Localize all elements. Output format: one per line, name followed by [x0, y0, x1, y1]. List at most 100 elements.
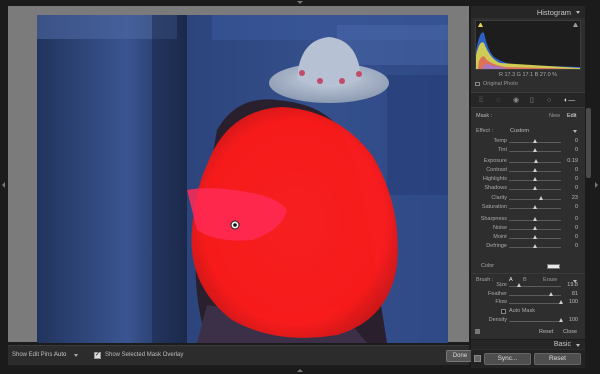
slider-thumb[interactable] — [549, 292, 554, 296]
collapse-icon[interactable] — [573, 130, 577, 133]
adjustment-brush-icon[interactable]: ◐— — [564, 97, 575, 105]
collapse-icon[interactable] — [576, 344, 580, 347]
close-tool-button[interactable]: Close — [563, 329, 577, 335]
slider-thumb[interactable] — [559, 300, 563, 304]
auto-mask-row: Auto Mask — [471, 308, 585, 316]
slider-label: Noise — [492, 225, 507, 231]
slider-thumb[interactable] — [533, 235, 537, 239]
slider-value[interactable]: 0 — [575, 204, 578, 210]
auto-sync-toggle[interactable] — [474, 355, 481, 362]
slider-row: Contrast 0 — [471, 167, 585, 175]
slider-track[interactable] — [509, 295, 561, 296]
histogram-chart — [476, 32, 580, 69]
slider-value[interactable]: 100 — [569, 299, 578, 305]
original-photo-toggle[interactable]: Original Photo — [475, 81, 518, 87]
chevron-down-icon[interactable] — [74, 354, 78, 357]
slider-value[interactable]: 100 — [569, 317, 578, 323]
slider-value[interactable]: 0 — [575, 147, 578, 153]
slider-thumb[interactable] — [533, 244, 537, 248]
slider-value[interactable]: 0 — [575, 225, 578, 231]
right-panel: Histogram R 17.3 G 17.1 B 27.0 % Origina… — [471, 6, 585, 368]
histogram-header[interactable]: Histogram — [471, 6, 585, 18]
slider-label: Contrast — [486, 167, 507, 173]
shadow-clipping-icon[interactable] — [478, 23, 483, 27]
effect-row: Effect : Custom — [471, 126, 585, 136]
slider-value[interactable]: 0 — [575, 234, 578, 240]
slider-value[interactable]: 0 — [575, 185, 578, 191]
color-swatch[interactable] — [547, 264, 560, 269]
radial-filter-icon[interactable]: ○ — [547, 97, 551, 105]
slider-value[interactable]: 0 — [575, 167, 578, 173]
slider-value[interactable]: 0 — [575, 216, 578, 222]
photo-preview[interactable] — [37, 15, 448, 343]
tool-toggle-switch[interactable] — [475, 329, 480, 334]
slider-value[interactable]: 0 — [575, 176, 578, 182]
slider-thumb[interactable] — [538, 196, 543, 200]
edit-pins-label: Show Edit Pins : — [12, 352, 56, 358]
original-photo-label: Original Photo — [483, 81, 518, 87]
slider-value[interactable]: 0.19 — [567, 158, 578, 164]
slider-thumb[interactable] — [533, 217, 537, 221]
slider-row: Highlights 0 — [471, 176, 585, 184]
slider-label: Flow — [495, 299, 507, 305]
panel-scrollbar[interactable] — [586, 108, 591, 178]
slider-thumb[interactable] — [517, 283, 522, 287]
top-panel-toggle-icon[interactable] — [297, 1, 303, 4]
slider-value[interactable]: 81 — [572, 291, 578, 297]
histogram-title: Histogram — [536, 8, 571, 17]
slider-thumb[interactable] — [533, 168, 537, 172]
mask-overlay-checkbox[interactable]: ✓ — [94, 352, 101, 359]
slider-value[interactable]: 19.8 — [567, 282, 578, 288]
spot-removal-icon[interactable]: ◌ — [496, 97, 500, 105]
filmstrip-toggle-icon[interactable] — [297, 369, 303, 372]
slider-thumb[interactable] — [533, 148, 537, 152]
mask-new-button[interactable]: New — [549, 113, 560, 119]
reset-button[interactable]: Reset — [534, 353, 581, 365]
slider-label: Density — [488, 317, 507, 323]
highlight-clipping-icon[interactable] — [573, 23, 578, 27]
slider-thumb[interactable] — [533, 205, 537, 209]
slider-row: Temp 0 — [471, 138, 585, 146]
sync-button[interactable]: Sync... — [484, 353, 531, 365]
slider-label: Temp — [493, 138, 507, 144]
slider-row: Defringe 0 — [471, 243, 585, 251]
basic-header[interactable]: Basic — [471, 339, 585, 349]
right-panel-toggle-icon[interactable] — [595, 182, 598, 188]
collapse-icon[interactable] — [576, 11, 580, 14]
slider-thumb[interactable] — [534, 159, 539, 163]
slider-thumb[interactable] — [533, 139, 537, 143]
slider-label: Exposure — [483, 158, 507, 164]
slider-row: Flow 100 — [471, 299, 585, 307]
slider-thumb[interactable] — [559, 318, 563, 322]
slider-thumb[interactable] — [533, 177, 537, 181]
slider-label: Defringe — [486, 243, 507, 249]
image-canvas — [8, 6, 469, 343]
crop-grid-icon[interactable]: ⁞⁞ — [479, 97, 483, 105]
mask-row: Mask : New Edit — [471, 110, 585, 122]
auto-mask-label[interactable]: Auto Mask — [509, 308, 535, 314]
slider-row: Size 19.8 — [471, 282, 585, 290]
left-panel-toggle-icon[interactable] — [2, 182, 5, 188]
slider-track[interactable] — [509, 199, 561, 200]
slider-row: Clarity 23 — [471, 195, 585, 203]
auto-mask-checkbox[interactable] — [501, 309, 506, 314]
graduated-filter-icon[interactable]: ▯ — [530, 97, 534, 105]
slider-label: Clarity — [491, 195, 507, 201]
slider-value[interactable]: 0 — [575, 243, 578, 249]
mask-overlay-label[interactable]: Show Selected Mask Overlay — [105, 352, 183, 358]
mask-edit-button[interactable]: Edit — [567, 113, 576, 119]
done-button[interactable]: Done — [446, 350, 474, 362]
slider-thumb[interactable] — [533, 226, 537, 230]
slider-value[interactable]: 23 — [572, 195, 578, 201]
toolbar: Show Edit Pins : Auto ✓ Show Selected Ma… — [8, 345, 474, 365]
edit-pins-dropdown[interactable]: Auto — [54, 352, 66, 358]
slider-track[interactable] — [509, 303, 561, 304]
slider-row: Feather 81 — [471, 291, 585, 299]
reset-tool-button[interactable]: Reset — [539, 329, 553, 335]
slider-thumb[interactable] — [533, 186, 537, 190]
slider-value[interactable]: 0 — [575, 138, 578, 144]
slider-row: Exposure 0.19 — [471, 158, 585, 166]
red-eye-icon[interactable]: ◉ — [513, 97, 519, 105]
slider-track[interactable] — [509, 321, 561, 322]
effect-dropdown[interactable]: Custom — [510, 128, 529, 134]
